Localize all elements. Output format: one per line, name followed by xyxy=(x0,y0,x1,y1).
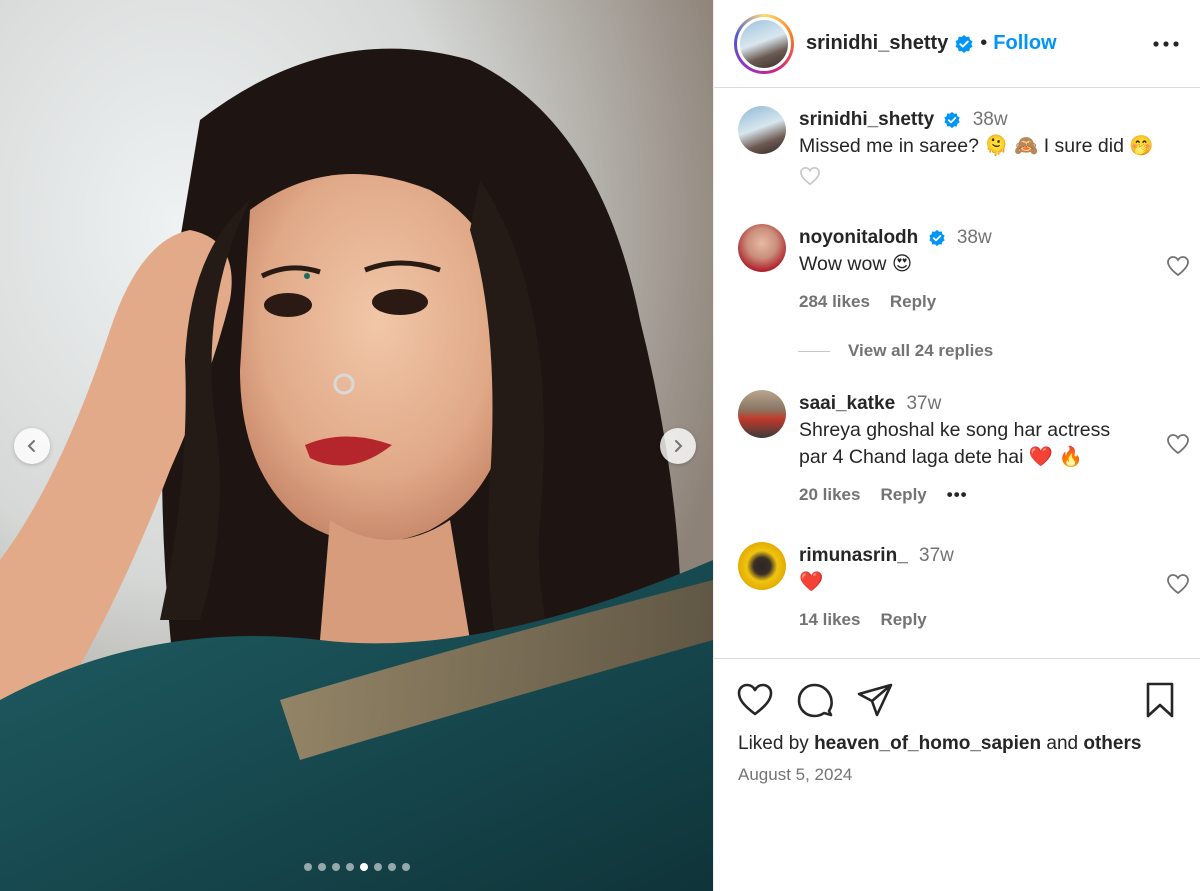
carousel-dot xyxy=(387,863,396,871)
heart-icon[interactable] xyxy=(799,166,821,186)
action-bar xyxy=(714,659,1200,719)
comment-likes[interactable]: 284 likes xyxy=(799,292,870,312)
comment-likes[interactable]: 14 likes xyxy=(799,610,860,630)
post-panel: srinidhi_shetty • Follow srinidhi_shetty… xyxy=(713,0,1200,891)
caption: srinidhi_shetty 38w Missed me in saree? … xyxy=(738,106,1178,191)
comment-item: saai_katke 37w Shreya ghoshal ke song ha… xyxy=(738,390,1189,505)
liked-by: Liked by heaven_of_homo_sapien and other… xyxy=(714,719,1200,755)
carousel-dot xyxy=(331,863,340,871)
comment-text: Wow wow 😍 xyxy=(799,253,913,275)
carousel-indicator xyxy=(0,863,713,871)
view-replies-button[interactable]: View all 24 replies xyxy=(798,341,993,361)
post-header: srinidhi_shetty • Follow xyxy=(714,0,1200,88)
more-options-button[interactable] xyxy=(1152,30,1180,58)
comment-username[interactable]: rimunasrin_ xyxy=(799,545,908,566)
comment-time[interactable]: 37w xyxy=(906,393,941,414)
comment-time[interactable]: 38w xyxy=(957,227,992,248)
carousel-dot xyxy=(317,863,326,871)
comment-text-line2: par 4 Chand laga dete hai ❤️ 🔥 xyxy=(799,446,1083,468)
caption-username[interactable]: srinidhi_shetty xyxy=(799,109,934,130)
verified-badge-icon xyxy=(928,229,945,247)
avatar xyxy=(737,16,791,71)
author-username[interactable]: srinidhi_shetty xyxy=(806,32,948,55)
caption-text: Missed me in saree? 🫠 🙈 I sure did 🤭 xyxy=(799,135,1154,157)
heart-icon[interactable] xyxy=(1166,254,1190,278)
verified-badge-icon xyxy=(944,111,961,129)
post-date[interactable]: August 5, 2024 xyxy=(714,755,1200,785)
reply-button[interactable]: Reply xyxy=(880,610,926,630)
comment-likes[interactable]: 20 likes xyxy=(799,485,860,505)
comment-username[interactable]: noyonitalodh xyxy=(799,227,918,248)
carousel-dot xyxy=(345,863,354,871)
view-replies-label: View all 24 replies xyxy=(848,341,994,360)
heart-icon[interactable] xyxy=(1166,432,1190,456)
avatar[interactable] xyxy=(738,106,786,154)
verified-badge-icon xyxy=(955,34,973,53)
bookmark-icon[interactable] xyxy=(1141,681,1179,719)
chevron-left-icon xyxy=(27,440,35,452)
avatar[interactable] xyxy=(738,390,786,438)
liked-by-and: and xyxy=(1046,733,1079,754)
follow-button[interactable]: Follow xyxy=(993,32,1056,55)
comment-time[interactable]: 37w xyxy=(919,545,954,566)
author-avatar-ring[interactable] xyxy=(734,13,794,74)
comment-username[interactable]: saai_katke xyxy=(799,393,895,414)
reply-button[interactable]: Reply xyxy=(880,485,926,505)
post-actions-section: Liked by heaven_of_homo_sapien and other… xyxy=(714,658,1200,785)
carousel-dot xyxy=(401,863,410,871)
comment-text-line1: Shreya ghoshal ke song har actress xyxy=(799,419,1111,441)
more-horizontal-icon xyxy=(1153,40,1179,47)
separator-dot: • xyxy=(980,32,988,54)
avatar[interactable] xyxy=(738,542,786,590)
carousel-next-button[interactable] xyxy=(660,428,696,464)
comment-icon[interactable] xyxy=(796,681,834,719)
carousel-dot xyxy=(359,863,368,871)
replies-divider xyxy=(798,350,830,352)
post-media[interactable] xyxy=(0,0,713,891)
carousel-dot xyxy=(303,863,312,871)
reply-button[interactable]: Reply xyxy=(890,292,936,312)
caption-time[interactable]: 38w xyxy=(973,109,1008,130)
like-heart-icon[interactable] xyxy=(736,681,774,719)
liked-by-user[interactable]: heaven_of_homo_sapien xyxy=(814,733,1041,754)
comment-text: ❤️ xyxy=(799,571,824,593)
post-photo xyxy=(0,0,713,891)
comment-item: noyonitalodh 38w Wow wow 😍 284 likes Rep… xyxy=(738,224,1189,312)
chevron-right-icon xyxy=(675,440,683,452)
heart-icon[interactable] xyxy=(1166,572,1190,596)
liked-by-prefix: Liked by xyxy=(738,733,809,754)
avatar[interactable] xyxy=(738,224,786,272)
comment-more-button[interactable]: ••• xyxy=(947,485,968,505)
comment-item: rimunasrin_ 37w ❤️ 14 likes Reply xyxy=(738,542,1189,630)
share-icon[interactable] xyxy=(856,681,894,719)
liked-by-others[interactable]: others xyxy=(1083,733,1141,754)
carousel-dot xyxy=(373,863,382,871)
carousel-prev-button[interactable] xyxy=(14,428,50,464)
